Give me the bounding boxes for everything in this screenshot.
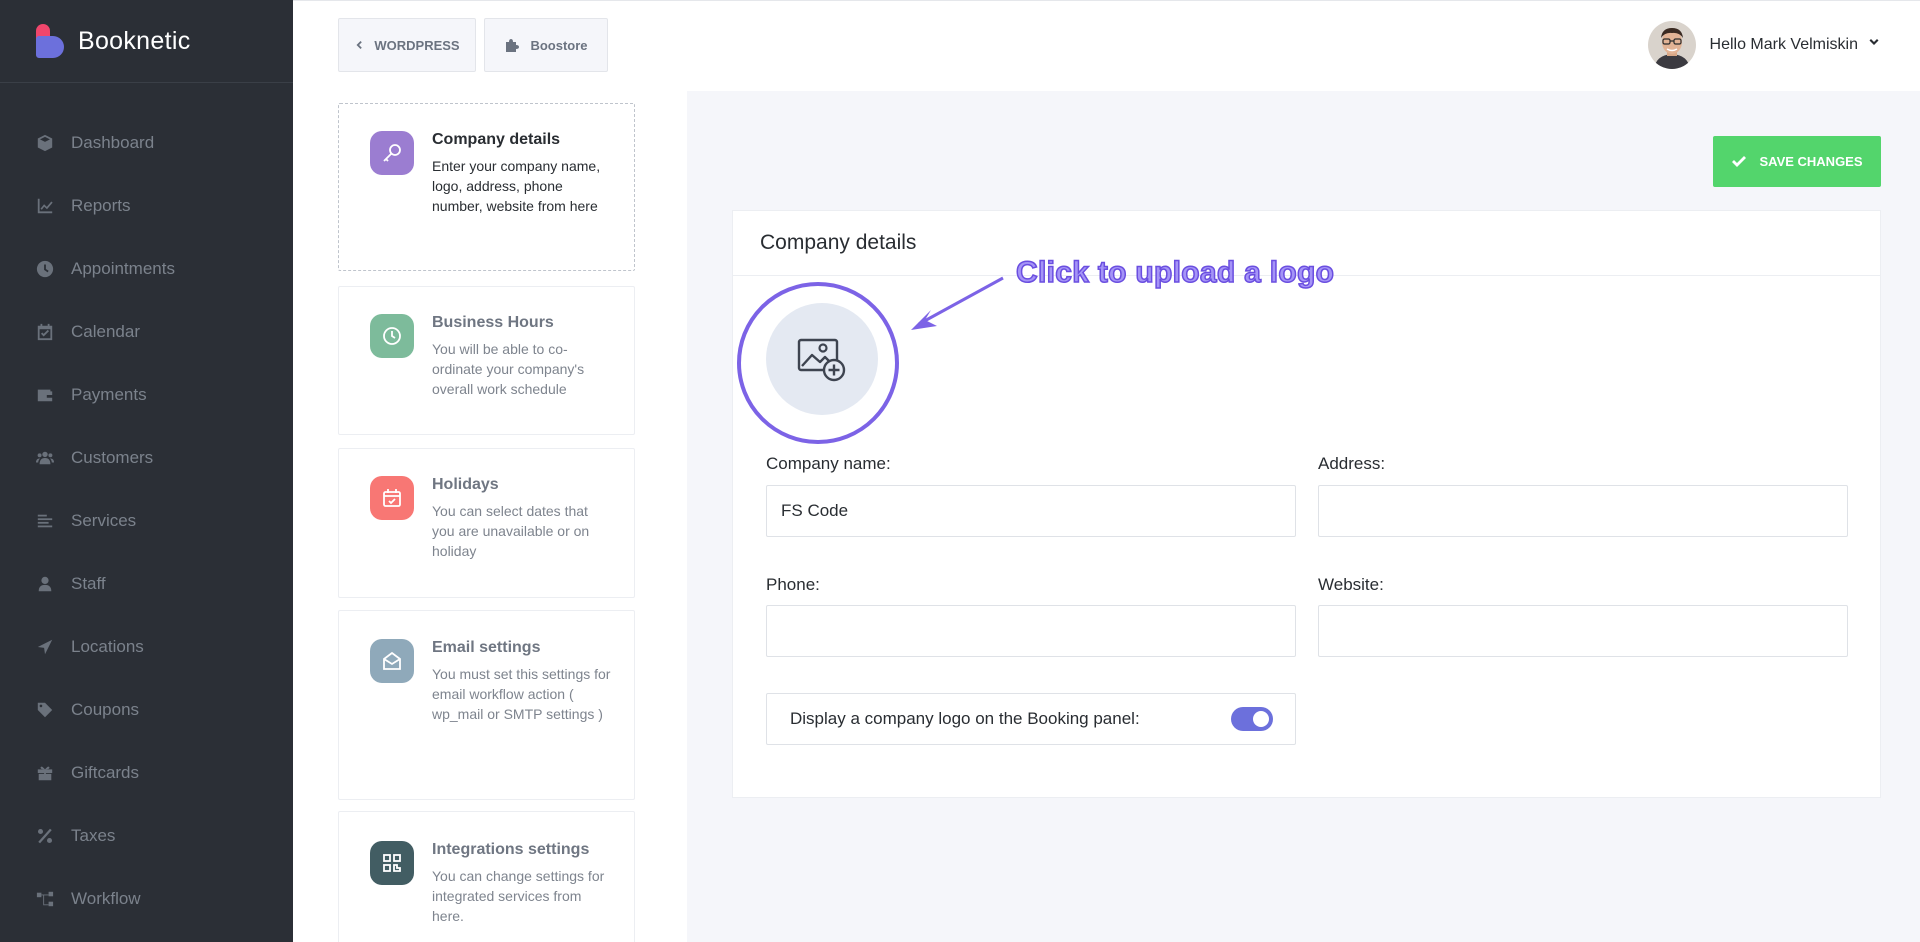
image-add-icon [797, 338, 846, 382]
sidebar-item-label: Taxes [71, 825, 116, 845]
sidebar-item-label: Locations [71, 636, 144, 656]
clock-icon [35, 259, 55, 279]
bars-icon [35, 511, 55, 531]
settings-card-company-details[interactable]: Company details Enter your company name,… [338, 103, 635, 271]
sidebar-item-appointments[interactable]: Appointments [0, 237, 293, 300]
logo-upload-button[interactable] [766, 303, 878, 415]
users-icon [35, 448, 55, 468]
sidebar-item-label: Services [71, 510, 137, 530]
cube-icon [35, 133, 55, 153]
booknetic-logo-icon [34, 22, 66, 60]
sidebar-item-label: Dashboard [71, 132, 155, 152]
sidebar-item-staff[interactable]: Staff [0, 552, 293, 615]
phone-input[interactable] [766, 605, 1296, 657]
settings-card-desc: You can change settings for integrated s… [432, 868, 605, 924]
brand-name: Booknetic [78, 26, 191, 55]
sidebar-item-label: Coupons [71, 699, 140, 719]
settings-card-desc: You must set this settings for email wor… [432, 666, 611, 722]
wordpress-button[interactable]: WORDPRESS [338, 18, 476, 72]
website-input[interactable] [1318, 605, 1848, 657]
phone-label: Phone: [766, 575, 820, 594]
boostore-button[interactable]: Boostore [484, 18, 608, 72]
calendar-check-icon [35, 322, 55, 342]
clock-icon [370, 314, 414, 358]
sidebar-item-payments[interactable]: Payments [0, 363, 293, 426]
display-logo-label: Display a company logo on the Booking pa… [790, 709, 1140, 728]
sidebar-item-label: Staff [71, 573, 106, 593]
sidebar-item-label: Appointments [71, 258, 175, 278]
settings-card-desc: You can select dates that you are unavai… [432, 503, 590, 559]
qr-code-icon [370, 841, 414, 885]
sidebar-item-dashboard[interactable]: Dashboard [0, 111, 293, 174]
sidebar-item-label: Calendar [71, 321, 140, 341]
settings-card-title: Business Hours [432, 314, 554, 331]
user-icon [35, 574, 55, 594]
settings-menu: Company details Enter your company name,… [293, 91, 687, 942]
settings-card-business-hours[interactable]: Business Hours You will be able to co-or… [338, 286, 635, 435]
settings-card-title: Integrations settings [432, 841, 590, 858]
sidebar-item-giftcards[interactable]: Giftcards [0, 741, 293, 804]
settings-card-holidays[interactable]: Holidays You can select dates that you a… [338, 448, 635, 598]
save-changes-label: SAVE CHANGES [1759, 154, 1863, 169]
settings-card-email-settings[interactable]: Email settings You must set this setting… [338, 610, 635, 800]
sidebar-item-taxes[interactable]: Taxes [0, 804, 293, 867]
key-icon [370, 131, 414, 175]
company-name-label: Company name: [766, 454, 891, 473]
chart-line-icon [35, 196, 55, 216]
chevron-down-icon [1868, 36, 1880, 54]
sidebar-item-reports[interactable]: Reports [0, 174, 293, 237]
settings-card-integrations-settings[interactable]: Integrations settings You can change set… [338, 811, 635, 942]
check-icon [1732, 156, 1747, 167]
upload-logo-annotation: Click to upload a logo [1015, 255, 1335, 290]
envelope-open-icon [370, 639, 414, 683]
calendar-icon [370, 476, 414, 520]
settings-card-title: Holidays [432, 476, 499, 493]
sidebar-item-calendar[interactable]: Calendar [0, 300, 293, 363]
tag-icon [35, 700, 55, 720]
brand[interactable]: Booknetic [0, 0, 293, 83]
display-logo-setting: Display a company logo on the Booking pa… [766, 693, 1296, 745]
avatar [1647, 21, 1696, 69]
address-label: Address: [1318, 454, 1386, 473]
sidebar-item-label: Reports [71, 195, 131, 215]
sidebar-item-label: Workflow [71, 888, 141, 908]
sidebar: Booknetic Dashboard Reports Appointments… [0, 0, 293, 942]
arrow-icon [911, 276, 1004, 330]
settings-card-desc: You will be able to co-ordinate your com… [432, 341, 585, 397]
sidebar-item-coupons[interactable]: Coupons [0, 678, 293, 741]
user-menu[interactable]: Hello Mark Velmiskin [1647, 21, 1880, 69]
wordpress-button-label: WORDPRESS [374, 37, 460, 53]
settings-card-title: Company details [432, 131, 561, 148]
save-changes-button[interactable]: SAVE CHANGES [1713, 136, 1881, 187]
user-greeting: Hello Mark Velmiskin [1709, 36, 1858, 53]
address-input[interactable] [1318, 485, 1848, 537]
website-label: Website: [1318, 575, 1384, 594]
sidebar-item-locations[interactable]: Locations [0, 615, 293, 678]
sidebar-nav: Dashboard Reports Appointments Calendar … [0, 83, 293, 930]
sidebar-item-workflow[interactable]: Workflow [0, 867, 293, 930]
sidebar-item-services[interactable]: Services [0, 489, 293, 552]
sidebar-item-label: Customers [71, 447, 154, 467]
topbar: WORDPRESS Boostore Hello Mark Velmiskin [293, 0, 1920, 91]
display-logo-toggle[interactable] [1231, 707, 1273, 731]
gift-icon [35, 763, 55, 783]
location-arrow-icon [35, 637, 55, 657]
chevron-left-icon [354, 40, 364, 50]
settings-card-desc: Enter your company name, logo, address, … [432, 158, 601, 214]
percent-icon [35, 826, 55, 846]
sidebar-item-label: Payments [71, 384, 147, 404]
company-name-input[interactable] [766, 485, 1296, 537]
boostore-button-label: Boostore [530, 37, 588, 53]
settings-card-title: Email settings [432, 639, 541, 656]
puzzle-icon [504, 37, 520, 53]
sidebar-item-label: Giftcards [71, 762, 140, 782]
sidebar-item-customers[interactable]: Customers [0, 426, 293, 489]
workflow-icon [35, 889, 55, 909]
wallet-icon [35, 385, 55, 405]
